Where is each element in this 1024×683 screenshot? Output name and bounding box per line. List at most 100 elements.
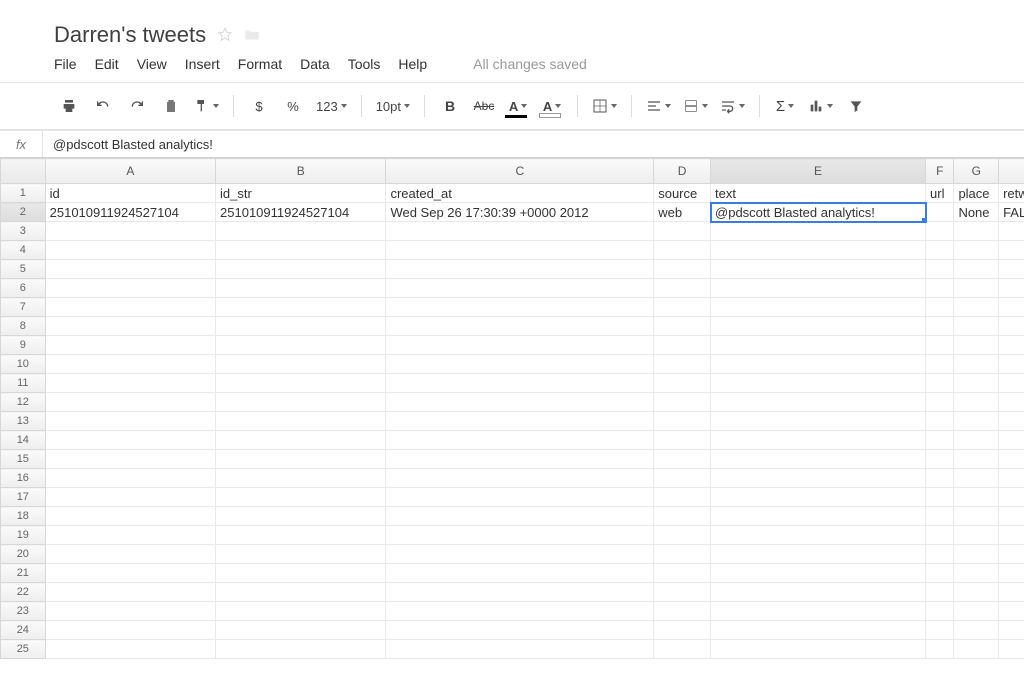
cell[interactable] (711, 374, 926, 393)
cell[interactable] (216, 317, 386, 336)
cell[interactable] (999, 317, 1024, 336)
cell[interactable] (216, 583, 386, 602)
cell[interactable] (711, 412, 926, 431)
folder-icon[interactable] (243, 26, 261, 41)
cell[interactable] (711, 298, 926, 317)
cell[interactable] (999, 526, 1024, 545)
cell[interactable]: FALSE (999, 203, 1024, 222)
cell[interactable] (711, 545, 926, 564)
cell[interactable] (45, 583, 215, 602)
cell[interactable] (386, 602, 654, 621)
row-header[interactable]: 21 (1, 564, 46, 583)
cell[interactable] (999, 241, 1024, 260)
cell[interactable] (711, 355, 926, 374)
valign-icon[interactable] (679, 95, 712, 117)
cell[interactable] (216, 374, 386, 393)
cell[interactable]: 251010911924527104 (216, 203, 386, 222)
cell[interactable] (999, 393, 1024, 412)
cell[interactable] (926, 640, 954, 659)
cell[interactable] (216, 279, 386, 298)
borders-icon[interactable] (588, 95, 621, 117)
menu-insert[interactable]: Insert (185, 56, 220, 72)
cell[interactable] (45, 431, 215, 450)
row-header[interactable]: 22 (1, 583, 46, 602)
format-percent[interactable]: % (278, 95, 308, 117)
cell[interactable]: url (926, 184, 954, 203)
row-header[interactable]: 19 (1, 526, 46, 545)
cell[interactable] (45, 526, 215, 545)
cell[interactable] (926, 355, 954, 374)
cell[interactable] (386, 298, 654, 317)
cell[interactable] (711, 583, 926, 602)
cell[interactable] (654, 526, 711, 545)
cell[interactable] (999, 583, 1024, 602)
paint-format-icon[interactable] (190, 95, 223, 117)
cell[interactable] (654, 602, 711, 621)
cell[interactable]: created_at (386, 184, 654, 203)
cell[interactable] (926, 431, 954, 450)
cell[interactable] (926, 602, 954, 621)
cell[interactable] (45, 564, 215, 583)
cell[interactable] (999, 488, 1024, 507)
cell[interactable] (45, 488, 215, 507)
menu-view[interactable]: View (137, 56, 167, 72)
cell[interactable] (654, 298, 711, 317)
row-header[interactable]: 5 (1, 260, 46, 279)
cell[interactable] (45, 469, 215, 488)
col-header-E[interactable]: E (711, 159, 926, 184)
row-header[interactable]: 7 (1, 298, 46, 317)
cell[interactable] (999, 507, 1024, 526)
row-header[interactable]: 23 (1, 602, 46, 621)
row-header[interactable]: 16 (1, 469, 46, 488)
cell[interactable] (386, 507, 654, 526)
cell[interactable] (711, 222, 926, 241)
cell[interactable] (954, 507, 999, 526)
row-header[interactable]: 25 (1, 640, 46, 659)
cell[interactable] (711, 564, 926, 583)
cell[interactable] (216, 507, 386, 526)
more-formats[interactable]: 123 (312, 95, 351, 117)
cell[interactable] (711, 260, 926, 279)
bold-button[interactable]: B (435, 95, 465, 117)
clipboard-icon[interactable] (156, 95, 186, 117)
cell[interactable] (999, 469, 1024, 488)
cell[interactable] (999, 298, 1024, 317)
col-header-extra[interactable] (999, 159, 1024, 184)
cell[interactable] (999, 640, 1024, 659)
cell[interactable] (45, 355, 215, 374)
col-header-A[interactable]: A (45, 159, 215, 184)
cell[interactable] (45, 260, 215, 279)
undo-icon[interactable] (88, 95, 118, 117)
cell[interactable] (45, 412, 215, 431)
cell[interactable] (654, 393, 711, 412)
cell[interactable] (926, 241, 954, 260)
cell[interactable] (45, 298, 215, 317)
cell[interactable] (654, 469, 711, 488)
cell[interactable] (711, 507, 926, 526)
cell[interactable] (711, 526, 926, 545)
cell[interactable] (999, 336, 1024, 355)
print-icon[interactable] (54, 95, 84, 117)
cell[interactable] (386, 431, 654, 450)
cell[interactable] (711, 393, 926, 412)
cell[interactable] (954, 431, 999, 450)
cell[interactable] (999, 374, 1024, 393)
menu-file[interactable]: File (54, 56, 77, 72)
cell[interactable] (654, 279, 711, 298)
menu-format[interactable]: Format (238, 56, 282, 72)
cell[interactable] (216, 488, 386, 507)
cell[interactable] (999, 222, 1024, 241)
cell[interactable] (45, 602, 215, 621)
cell[interactable] (926, 260, 954, 279)
row-header[interactable]: 20 (1, 545, 46, 564)
cell[interactable] (954, 545, 999, 564)
cell[interactable] (386, 260, 654, 279)
row-header[interactable]: 12 (1, 393, 46, 412)
menu-tools[interactable]: Tools (348, 56, 381, 72)
cell[interactable] (954, 564, 999, 583)
menu-data[interactable]: Data (300, 56, 330, 72)
cell[interactable]: None (954, 203, 999, 222)
cell[interactable] (216, 241, 386, 260)
cell[interactable] (386, 279, 654, 298)
cell[interactable] (954, 602, 999, 621)
